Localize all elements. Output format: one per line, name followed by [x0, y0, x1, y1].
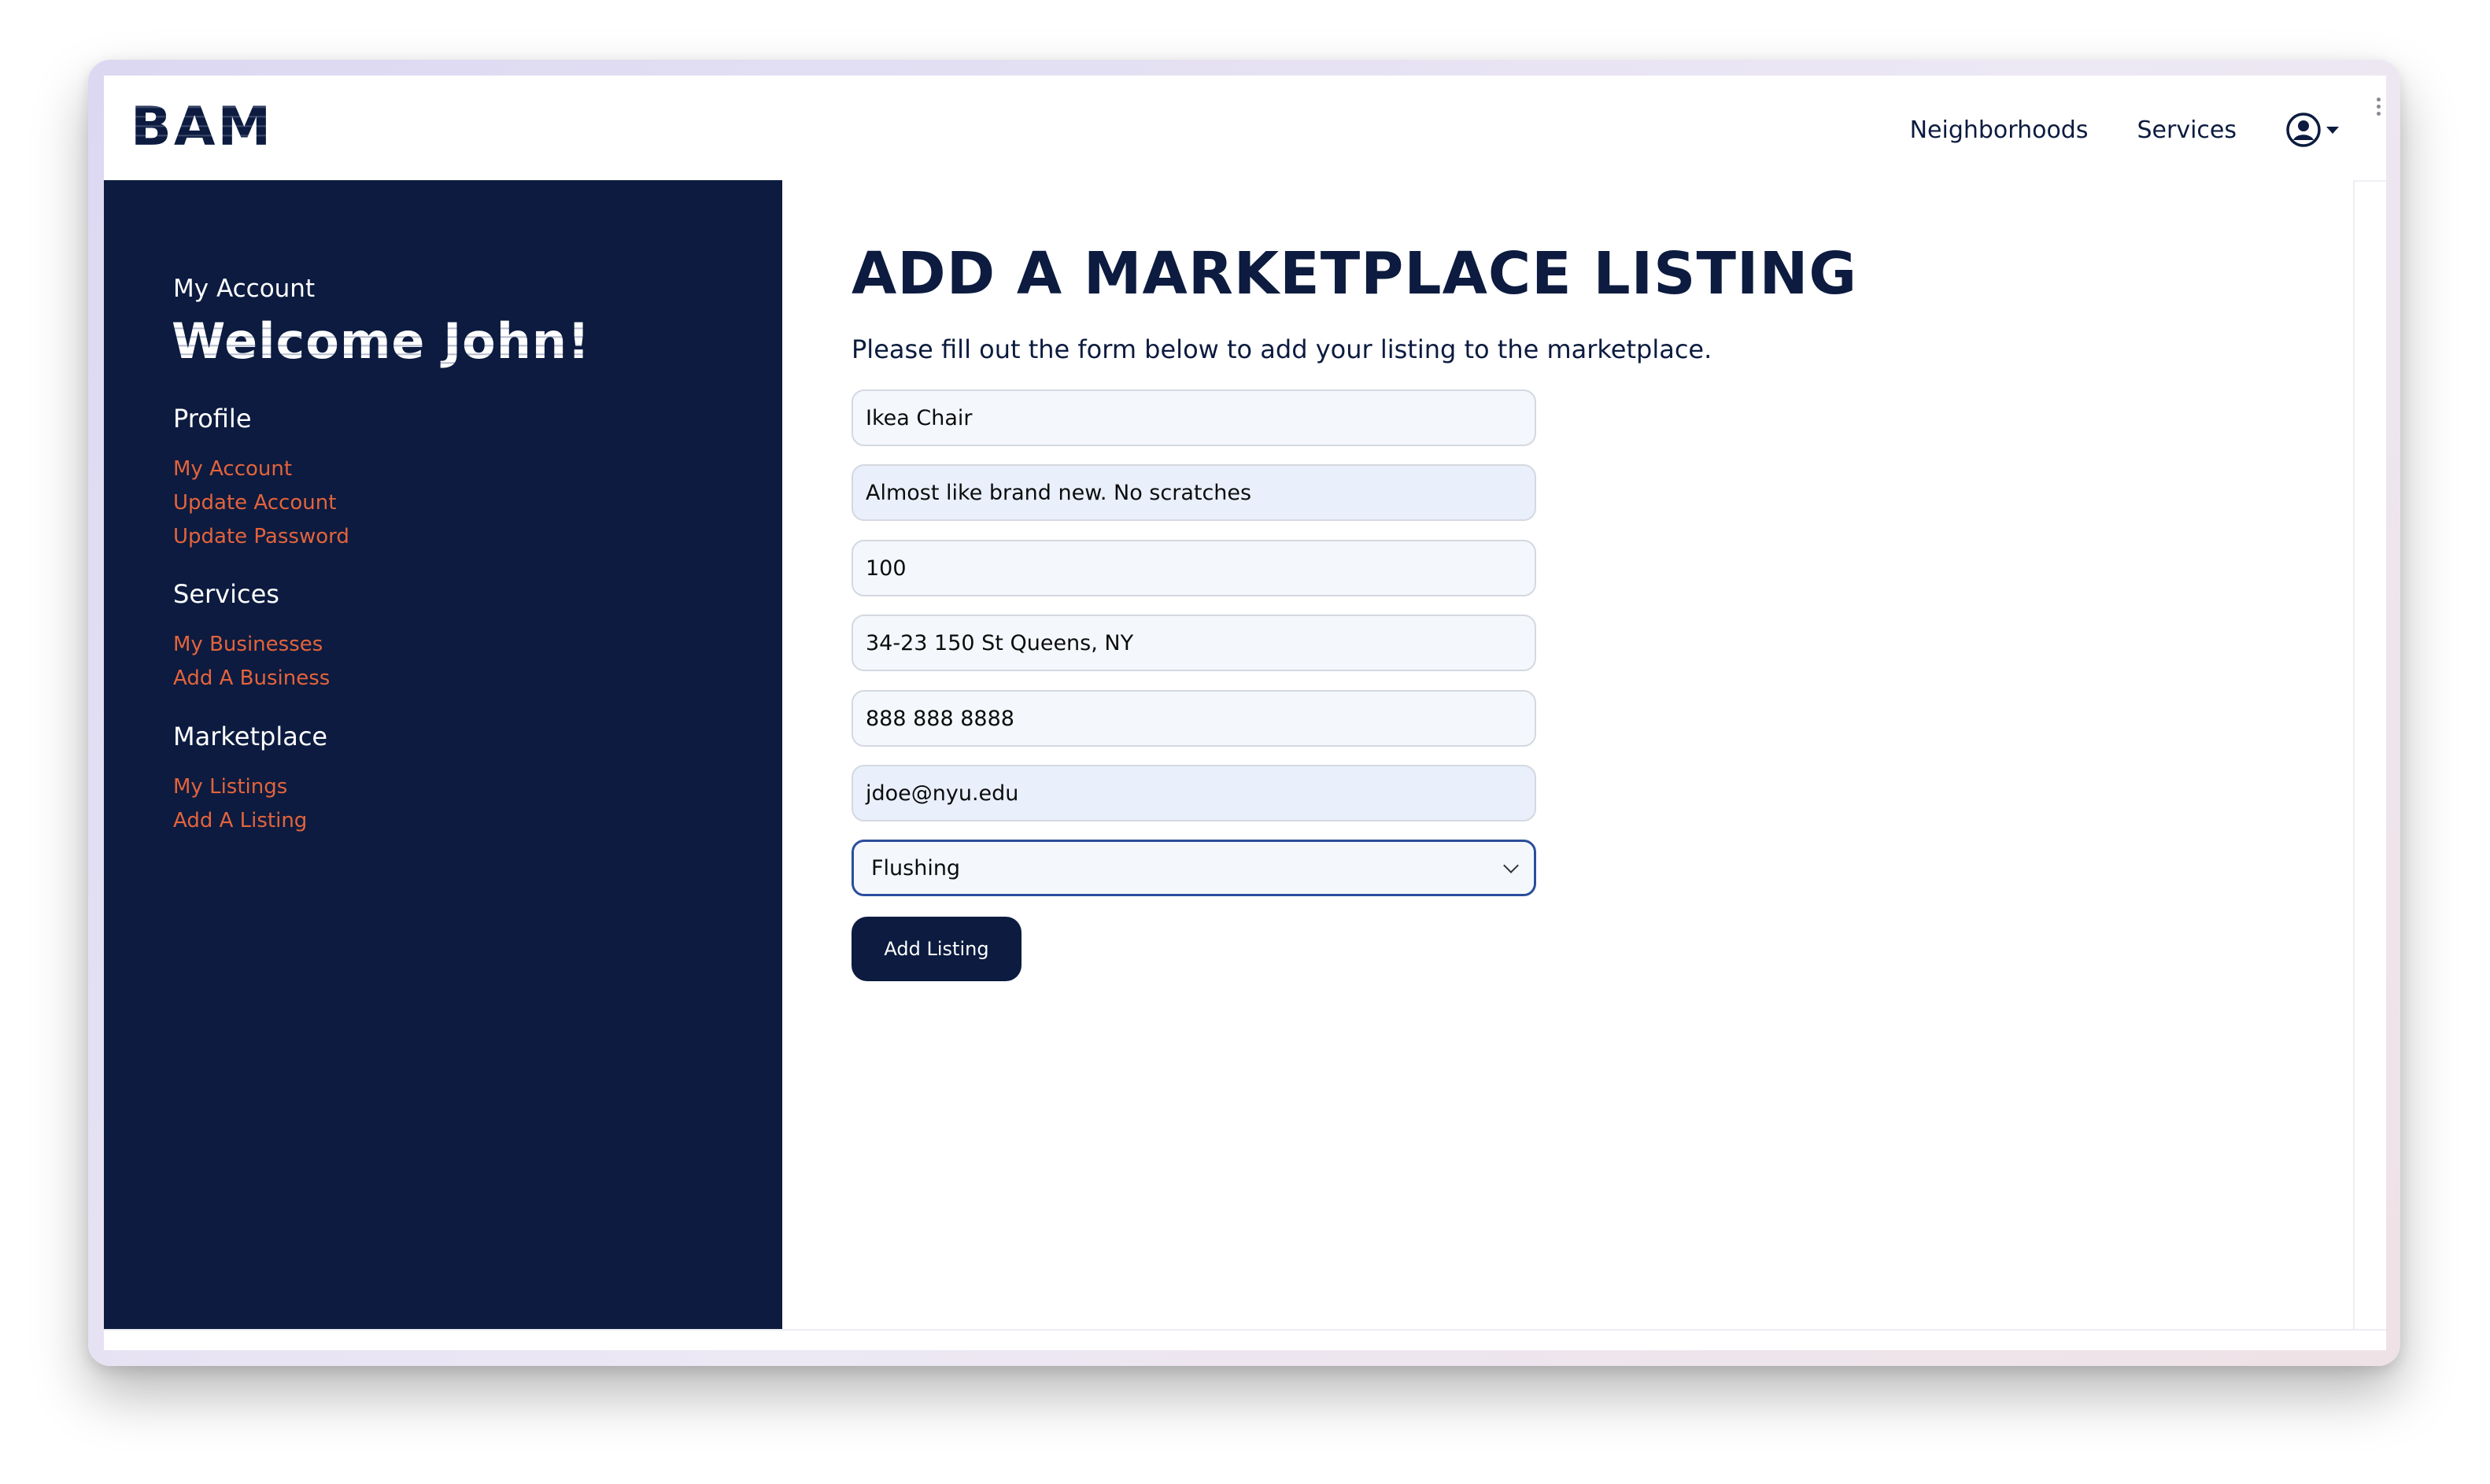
sidebar-heading-services: Services: [173, 579, 279, 609]
page-viewport: BAM Neighborhoods Services My Account We…: [104, 76, 2386, 1350]
window-resize-handle[interactable]: [2377, 98, 2381, 119]
sidebar-link-update-password[interactable]: Update Password: [173, 520, 349, 554]
nav-link-services[interactable]: Services: [2137, 116, 2237, 144]
description-value: Almost like brand new. No scratches: [866, 480, 1252, 505]
sidebar-link-update-account[interactable]: Update Account: [173, 486, 349, 520]
sidebar-section-services: Services My Businesses Add A Business: [173, 579, 330, 696]
welcome-heading: Welcome John!: [172, 312, 591, 370]
phone-input[interactable]: 888 888 8888: [852, 690, 1536, 747]
neighborhood-selected-value: Flushing: [871, 855, 961, 880]
page-title: ADD A MARKETPLACE LISTING: [852, 240, 1858, 308]
chevron-down-icon: [1503, 858, 1519, 873]
email-input[interactable]: jdoe@nyu.edu: [852, 765, 1536, 821]
phone-value: 888 888 8888: [866, 706, 1014, 731]
top-navbar: BAM Neighborhoods Services: [104, 76, 2386, 182]
price-input[interactable]: 100: [852, 540, 1536, 596]
sidebar-eyebrow: My Account: [173, 275, 316, 303]
price-value: 100: [866, 556, 907, 581]
user-menu-dropdown[interactable]: [2285, 112, 2339, 148]
nav-links: Neighborhoods Services: [1861, 112, 2339, 148]
sidebar-link-my-listings[interactable]: My Listings: [173, 770, 327, 804]
sidebar-link-add-listing[interactable]: Add A Listing: [173, 804, 327, 838]
description-input[interactable]: Almost like brand new. No scratches: [852, 464, 1536, 521]
add-listing-button[interactable]: Add Listing: [852, 917, 1021, 981]
sidebar-section-marketplace: Marketplace My Listings Add A Listing: [173, 722, 327, 838]
sidebar-section-profile: Profile My Account Update Account Update…: [173, 404, 349, 554]
sidebar-link-add-business[interactable]: Add A Business: [173, 662, 330, 696]
browser-window: BAM Neighborhoods Services My Account We…: [88, 60, 2400, 1366]
item-name-input[interactable]: Ikea Chair: [852, 389, 1536, 446]
main-content: ADD A MARKETPLACE LISTING Please fill ou…: [782, 180, 2355, 1329]
neighborhood-select[interactable]: Flushing: [852, 840, 1536, 896]
account-sidebar: My Account Welcome John! Profile My Acco…: [104, 180, 782, 1329]
address-value: 34-23 150 St Queens, NY: [866, 630, 1134, 655]
brand-logo[interactable]: BAM: [131, 99, 273, 156]
page-bottom-edge: [104, 1329, 2386, 1350]
item-name-value: Ikea Chair: [866, 405, 973, 430]
nav-link-neighborhoods[interactable]: Neighborhoods: [1910, 116, 2089, 144]
email-value: jdoe@nyu.edu: [866, 781, 1019, 806]
address-input[interactable]: 34-23 150 St Queens, NY: [852, 615, 1536, 671]
sidebar-link-my-businesses[interactable]: My Businesses: [173, 628, 330, 662]
sidebar-heading-profile: Profile: [173, 404, 252, 434]
caret-down-icon: [2326, 126, 2339, 134]
sidebar-link-my-account[interactable]: My Account: [173, 452, 349, 486]
user-circle-icon: [2286, 113, 2321, 147]
form-intro-text: Please fill out the form below to add yo…: [852, 334, 1712, 364]
sidebar-heading-marketplace: Marketplace: [173, 722, 328, 751]
desktop-background: BAM Neighborhoods Services My Account We…: [0, 0, 2490, 1484]
